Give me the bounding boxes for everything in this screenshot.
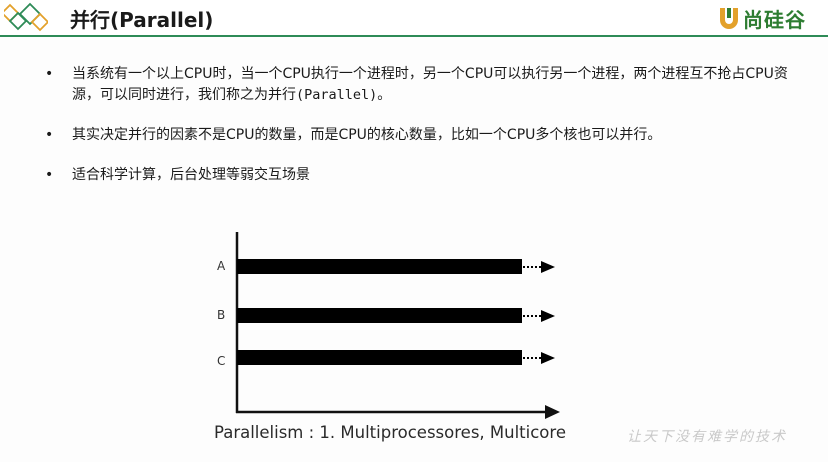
header-divider: [0, 35, 828, 37]
bullet-text: 其实决定并行的因素不是CPU的数量，而是CPU的核心数量，比如一个CPU多个核也…: [72, 127, 662, 143]
brand-logo: 尚硅谷: [718, 4, 806, 32]
slide-header: 并行(Parallel) 尚硅谷: [0, 0, 828, 36]
bullet-dot: •: [45, 66, 54, 82]
thread-arrowhead-a: [541, 261, 555, 273]
thread-arrowhead-b: [541, 310, 555, 322]
diamond-logo-icon: [4, 2, 48, 32]
row-label-b: B: [217, 308, 225, 322]
diagram-caption: Parallelism : 1. Multiprocessores, Multi…: [214, 423, 566, 442]
row-label-a: A: [217, 259, 226, 273]
bullet-dot: •: [45, 127, 54, 143]
bullet-item: • 适合科学计算，后台处理等弱交互场景: [45, 165, 805, 186]
brand-logo-text: 尚硅谷: [743, 7, 806, 32]
bullet-item: • 其实决定并行的因素不是CPU的数量，而是CPU的核心数量，比如一个CPU多个…: [45, 125, 805, 146]
bullet-mono-text: (Parallel): [296, 87, 378, 103]
slide-title: 并行(Parallel): [70, 8, 214, 32]
thread-bar-c: [237, 350, 522, 365]
bullet-list: • 当系统有一个以上CPU时，当一个CPU执行一个进程时，另一个CPU可以执行另…: [45, 64, 805, 186]
thread-bar-b: [237, 308, 522, 323]
thread-arrowhead-c: [541, 352, 555, 364]
bullet-dot: •: [45, 167, 54, 183]
parallelism-diagram: A B C: [217, 232, 560, 419]
x-axis-arrowhead: [545, 405, 560, 419]
bullet-text: 当系统有一个以上CPU时，当一个CPU执行一个进程时，另一个CPU可以执行另一个…: [72, 66, 788, 103]
bullet-item: • 当系统有一个以上CPU时，当一个CPU执行一个进程时，另一个CPU可以执行另…: [45, 64, 805, 106]
bullet-text: 适合科学计算，后台处理等弱交互场景: [72, 167, 310, 183]
brand-u-icon: [720, 8, 738, 29]
bullet-text-end: 。: [377, 87, 392, 103]
thread-bar-a: [237, 259, 522, 274]
watermark-text: 让天下没有难学的技术: [627, 429, 787, 445]
row-label-c: C: [217, 354, 225, 368]
